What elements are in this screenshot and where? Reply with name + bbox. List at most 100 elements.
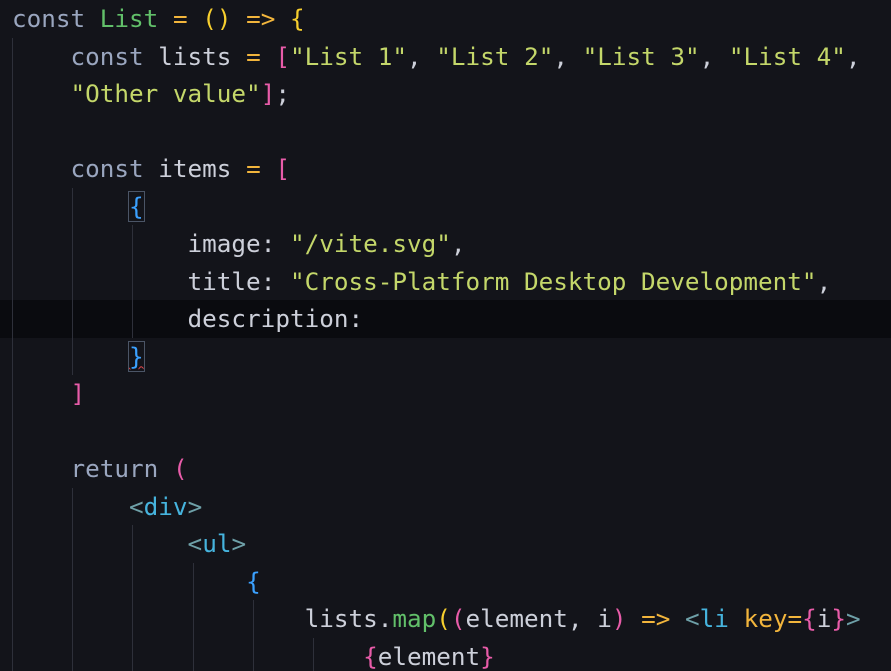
token-bk-pink: {: [802, 604, 817, 633]
token-punc: ,: [450, 229, 466, 258]
token-bk-blue: {: [128, 190, 145, 222]
token-id: lists: [158, 41, 232, 71]
token-tag: div: [143, 491, 188, 521]
token-op: =: [172, 4, 188, 33]
token-whitespace: [12, 604, 305, 633]
token-param: element: [465, 604, 568, 633]
token-whitespace: [626, 604, 641, 633]
token-punc: ,: [567, 604, 598, 633]
token-whitespace: [12, 454, 71, 483]
token-tag: ul: [202, 529, 232, 558]
code-line[interactable]: return (: [12, 450, 188, 488]
token-whitespace: [158, 4, 173, 33]
token-tagp: <: [129, 491, 144, 521]
token-bk-pink: ): [611, 604, 627, 633]
token-id: lists: [304, 604, 378, 633]
token-punc: :: [260, 229, 290, 258]
code-line[interactable]: const lists = ["List 1", "List 2", "List…: [12, 38, 861, 76]
code-line[interactable]: const items = [: [12, 150, 290, 188]
token-op: =: [246, 154, 261, 183]
code-line[interactable]: }: [12, 338, 145, 376]
code-line[interactable]: <div>: [12, 488, 202, 526]
token-whitespace: [85, 4, 100, 33]
code-line[interactable]: ]: [12, 375, 86, 413]
code-line[interactable]: title: "Cross-Platform Desktop Developme…: [12, 263, 832, 301]
token-whitespace: [232, 4, 247, 33]
token-whitespace: [158, 454, 173, 483]
token-op: =: [246, 41, 261, 71]
code-line[interactable]: <ul>: [12, 525, 247, 563]
token-whitespace: [12, 567, 246, 596]
token-bk-yellow: ): [216, 4, 232, 33]
code-editor[interactable]: const List = () => { const lists = ["Lis…: [0, 0, 891, 671]
token-punc: :: [348, 304, 364, 333]
token-bk-blue: {: [246, 566, 261, 596]
token-whitespace: [12, 79, 71, 108]
token-bk-pink: {: [363, 641, 378, 671]
token-punc: ,: [407, 41, 437, 71]
token-whitespace: [12, 529, 188, 558]
token-whitespace: [144, 154, 159, 183]
token-whitespace: [12, 342, 129, 371]
token-kw: return: [70, 454, 159, 483]
code-line[interactable]: "Other value"];: [12, 75, 290, 113]
token-str: "List 2": [436, 41, 554, 71]
token-str: "Cross-Platform Desktop Development": [289, 266, 817, 296]
token-tagp: >: [846, 604, 861, 633]
token-param: element: [377, 641, 481, 671]
token-whitespace: [12, 192, 129, 221]
token-bk-pink: [: [275, 41, 290, 71]
token-bk-pink: }: [831, 604, 847, 633]
token-punc: ,: [699, 41, 729, 71]
token-bk-pink: ]: [70, 379, 86, 408]
token-whitespace: [261, 42, 276, 71]
token-whitespace: [12, 379, 71, 408]
token-punc: ,: [845, 41, 861, 71]
token-punc: :: [260, 266, 290, 296]
token-str: "List 3": [582, 41, 700, 71]
token-bk-blue: }: [128, 340, 145, 372]
token-whitespace: [261, 154, 276, 183]
token-punc: ,: [816, 266, 832, 296]
code-line[interactable]: {element}: [12, 638, 495, 671]
token-whitespace: [12, 154, 71, 183]
token-kw: const: [70, 41, 144, 71]
token-kw: const: [12, 4, 86, 33]
token-whitespace: [144, 42, 159, 71]
token-fn: List: [99, 4, 159, 33]
token-whitespace: [231, 154, 246, 183]
token-whitespace: [12, 229, 188, 258]
token-bk-pink: ]: [260, 79, 276, 108]
token-whitespace: [12, 267, 188, 296]
token-bk-yellow: {: [290, 4, 305, 33]
token-op: =: [787, 604, 803, 633]
token-param: i: [597, 604, 612, 633]
token-whitespace: [12, 304, 188, 333]
token-str: "Other value": [70, 79, 261, 108]
token-punc: ;: [275, 79, 290, 108]
token-bk-pink: [: [275, 154, 290, 183]
token-bk-pink: (: [450, 604, 466, 633]
token-tagp: <: [187, 529, 203, 558]
code-line[interactable]: {: [12, 563, 261, 601]
code-line[interactable]: image: "/vite.svg",: [12, 225, 466, 263]
token-attr: key: [743, 604, 788, 633]
token-punc: .: [377, 604, 393, 633]
token-id: items: [158, 154, 232, 183]
token-tagp: >: [231, 529, 247, 558]
code-line[interactable]: description:: [12, 300, 364, 338]
token-prop: title: [187, 266, 261, 296]
code-line[interactable]: lists.map((element, i) => <li key={i}>: [12, 600, 861, 638]
token-method: map: [392, 604, 437, 633]
token-str: "List 4": [728, 41, 846, 71]
token-bk-pink: (: [172, 454, 188, 483]
token-prop: description: [187, 304, 349, 333]
token-whitespace: [12, 642, 363, 671]
token-whitespace: [275, 4, 290, 33]
token-op: =>: [641, 604, 671, 633]
token-whitespace: [231, 42, 246, 71]
token-op: =>: [246, 4, 276, 33]
code-line[interactable]: const List = () => {: [12, 0, 305, 38]
code-line[interactable]: {: [12, 188, 145, 226]
token-str: "/vite.svg": [289, 229, 451, 258]
